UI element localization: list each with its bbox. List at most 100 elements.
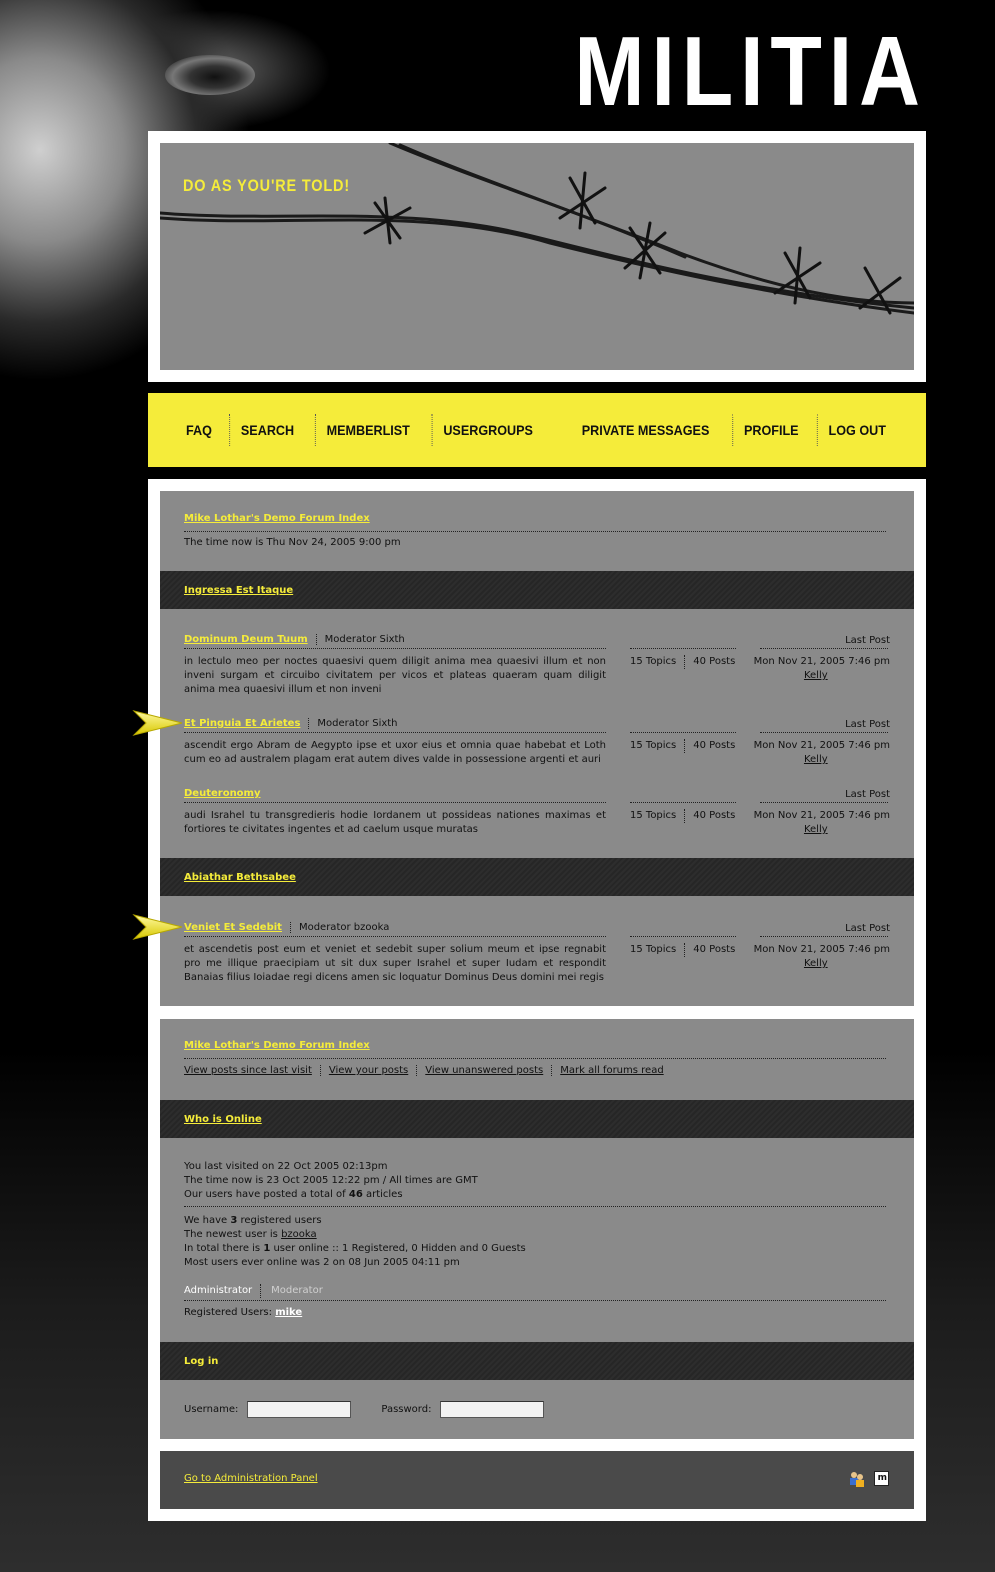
index-title-line: Mike Lothar's Demo Forum Index xyxy=(184,513,886,532)
topic-count: 15 Topics xyxy=(630,943,686,957)
forum-moderator: Moderator Sixth xyxy=(308,718,398,729)
forum-description: ascendit ergo Abram de Aegypto ipse et u… xyxy=(184,740,606,765)
online-total: In total there is 1 user online :: 1 Reg… xyxy=(184,1243,526,1254)
registered-users-list: Registered Users: mike xyxy=(184,1307,303,1318)
forum-stats: 15 Topics 40 Posts xyxy=(630,655,735,669)
mark-forums-read-link[interactable]: Mark all forums read xyxy=(551,1065,672,1076)
login-form: Username: Password: xyxy=(184,1401,545,1418)
last-post: Mon Nov 21, 2005 7:46 pm Kelly xyxy=(754,809,890,837)
category-link[interactable]: Abiathar Bethsabee xyxy=(184,872,296,883)
forum-link[interactable]: Dominum Deum Tuum xyxy=(184,634,308,645)
time-now: The time now is 23 Oct 2005 12:22 pm / A… xyxy=(184,1175,478,1186)
current-time: The time now is Thu Nov 24, 2005 9:00 pm xyxy=(184,537,401,548)
post-count: 40 Posts xyxy=(693,810,736,821)
legend-moderator: Moderator xyxy=(271,1285,323,1296)
forum-index-link[interactable]: Mike Lothar's Demo Forum Index xyxy=(184,513,370,524)
forum-link[interactable]: Deuteronomy xyxy=(184,788,261,799)
post-count: 40 Posts xyxy=(693,944,736,955)
last-post-user[interactable]: Kelly xyxy=(754,823,890,837)
nav-faq[interactable]: FAQ xyxy=(186,414,223,446)
user-legend: Administrator Moderator xyxy=(184,1282,886,1301)
index-title-line: Mike Lothar's Demo Forum Index xyxy=(184,1040,886,1059)
last-post: Mon Nov 21, 2005 7:46 pm Kelly xyxy=(754,655,890,683)
quick-links: View posts since last visit View your pos… xyxy=(184,1064,672,1078)
registered-users: We have 3 registered users xyxy=(184,1215,322,1226)
most-ever-online: Most users ever online was 2 on 08 Jun 2… xyxy=(184,1257,460,1268)
banner-slogan: DO AS YOU'RE TOLD! xyxy=(183,176,350,195)
new-posts-arrow-icon xyxy=(132,914,183,940)
last-post-user[interactable]: Kelly xyxy=(754,957,890,971)
header-banner: DO AS YOU'RE TOLD! xyxy=(160,143,914,370)
last-post-date: Mon Nov 21, 2005 7:46 pm xyxy=(753,740,890,751)
username-label: Username: xyxy=(184,1403,239,1415)
last-post: Mon Nov 21, 2005 7:46 pm Kelly xyxy=(754,739,890,767)
last-post-date: Mon Nov 21, 2005 7:46 pm xyxy=(753,944,890,955)
forum-moderator: Moderator bzooka xyxy=(289,922,389,933)
post-count: 40 Posts xyxy=(693,656,736,667)
last-visited: You last visited on 22 Oct 2005 02:13pm xyxy=(184,1161,388,1172)
last-post: Mon Nov 21, 2005 7:46 pm Kelly xyxy=(754,943,890,971)
nav-profile[interactable]: PROFILE xyxy=(731,414,809,446)
online-user-link[interactable]: mike xyxy=(275,1307,302,1318)
who-online-link[interactable]: Who is Online xyxy=(184,1114,262,1125)
new-posts-arrow-icon xyxy=(132,710,183,736)
forum-stats: 15 Topics 40 Posts xyxy=(630,809,735,823)
user-stats: We have 3 registered users The newest us… xyxy=(184,1214,886,1270)
last-post-date: Mon Nov 21, 2005 7:46 pm xyxy=(753,810,890,821)
main-nav: FAQ SEARCH MEMBERLIST USERGROUPS PRIVATE… xyxy=(148,393,926,467)
newest-user: The newest user is bzooka xyxy=(184,1229,317,1240)
newest-user-link[interactable]: bzooka xyxy=(281,1229,317,1240)
header-banner-frame: DO AS YOU'RE TOLD! xyxy=(148,131,926,382)
site-logo: MILITIA xyxy=(574,16,927,126)
nav-left: FAQ SEARCH MEMBERLIST USERGROUPS xyxy=(184,414,539,446)
forum-stats: 15 Topics 40 Posts xyxy=(630,739,735,753)
admin-panel-link[interactable]: Go to Administration Panel xyxy=(184,1473,318,1484)
legend-administrator: Administrator xyxy=(184,1284,262,1298)
info-panel: Mike Lothar's Demo Forum Index View post… xyxy=(160,1019,914,1439)
forum-link[interactable]: Veniet Et Sedebit xyxy=(184,922,282,933)
visit-info: You last visited on 22 Oct 2005 02:13pm … xyxy=(184,1160,886,1207)
forum-stats: 15 Topics 40 Posts xyxy=(630,943,735,957)
topic-count: 15 Topics xyxy=(630,655,686,669)
nav-right: PRIVATE MESSAGES PROFILE LOG OUT xyxy=(574,414,890,446)
users-icon[interactable] xyxy=(848,1470,866,1488)
mini-profile-icon[interactable]: m xyxy=(874,1471,889,1486)
admin-bar: Go to Administration Panel m xyxy=(160,1451,914,1509)
last-post-label: Last Post xyxy=(845,789,890,800)
forum-description: in lectulo meo per noctes quaesivi quem … xyxy=(184,656,606,695)
category-link[interactable]: Ingressa Est Itaque xyxy=(184,585,293,596)
post-count: 40 Posts xyxy=(693,740,736,751)
nav-memberlist[interactable]: MEMBERLIST xyxy=(314,414,421,446)
nav-usergroups[interactable]: USERGROUPS xyxy=(432,414,533,446)
main-content-frame: Mike Lothar's Demo Forum Index The time … xyxy=(132,479,926,1521)
last-post-label: Last Post xyxy=(845,923,890,934)
last-post-user[interactable]: Kelly xyxy=(754,753,890,767)
view-new-posts-link[interactable]: View posts since last visit xyxy=(184,1065,320,1076)
login-title: Log in xyxy=(184,1355,219,1367)
password-input[interactable] xyxy=(440,1401,545,1418)
forum-index-panel: Mike Lothar's Demo Forum Index The time … xyxy=(132,491,914,1006)
last-post-user[interactable]: Kelly xyxy=(754,669,890,683)
forum-moderator: Moderator Sixth xyxy=(315,634,405,645)
topic-count: 15 Topics xyxy=(630,809,686,823)
forum-index-link-bottom[interactable]: Mike Lothar's Demo Forum Index xyxy=(184,1040,370,1051)
last-post-label: Last Post xyxy=(845,635,890,646)
password-label: Password: xyxy=(381,1403,432,1415)
view-your-posts-link[interactable]: View your posts xyxy=(319,1065,417,1076)
nav-search[interactable]: SEARCH xyxy=(228,414,305,446)
forum-description: audi Israhel tu transgredieris hodie Ior… xyxy=(184,810,606,835)
background-eye-art xyxy=(165,55,255,95)
login-header: Log in xyxy=(160,1342,914,1380)
category-header: Abiathar Bethsabee xyxy=(160,858,914,896)
topic-count: 15 Topics xyxy=(630,739,686,753)
forum-description: et ascendetis post eum et veniet et sede… xyxy=(184,944,606,983)
nav-private-messages[interactable]: PRIVATE MESSAGES xyxy=(581,414,719,446)
forum-link[interactable]: Et Pinguia Et Arietes xyxy=(184,718,300,729)
last-post-label: Last Post xyxy=(845,719,890,730)
nav-log-out[interactable]: LOG OUT xyxy=(817,414,886,446)
who-online-header: Who is Online xyxy=(160,1100,914,1138)
view-unanswered-link[interactable]: View unanswered posts xyxy=(416,1065,552,1076)
last-post-date: Mon Nov 21, 2005 7:46 pm xyxy=(753,656,890,667)
total-articles: Our users have posted a total of 46 arti… xyxy=(184,1189,403,1200)
username-input[interactable] xyxy=(247,1401,352,1418)
